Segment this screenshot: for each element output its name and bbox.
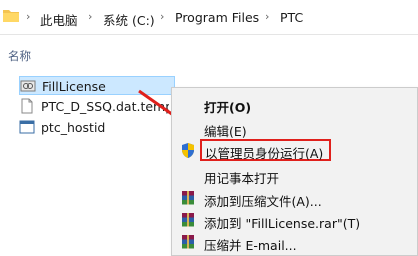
winrar-icon	[180, 190, 196, 209]
winrar-icon	[180, 234, 196, 253]
menu-item-compress-email[interactable]: 压缩并 E-mail...	[172, 231, 418, 253]
menu-item-add-to-rar[interactable]: 添加到 "FillLicense.rar"(T)	[172, 209, 418, 231]
menu-item-open-with-notepad[interactable]: 用记事本打开	[172, 164, 418, 186]
winrar-icon	[180, 212, 196, 231]
context-menu: 打开(O) 编辑(E) 以管理员身份运行(A) 用记事本打开 添加到压缩文件(A…	[171, 87, 418, 256]
menu-item-open[interactable]: 打开(O)	[172, 93, 418, 115]
menu-item-run-as-admin[interactable]: 以管理员身份运行(A)	[200, 139, 331, 161]
menu-item-add-to-archive[interactable]: 添加到压缩文件(A)...	[172, 187, 418, 209]
menu-item-edit[interactable]: 编辑(E)	[172, 117, 418, 139]
uac-shield-icon	[180, 142, 196, 162]
